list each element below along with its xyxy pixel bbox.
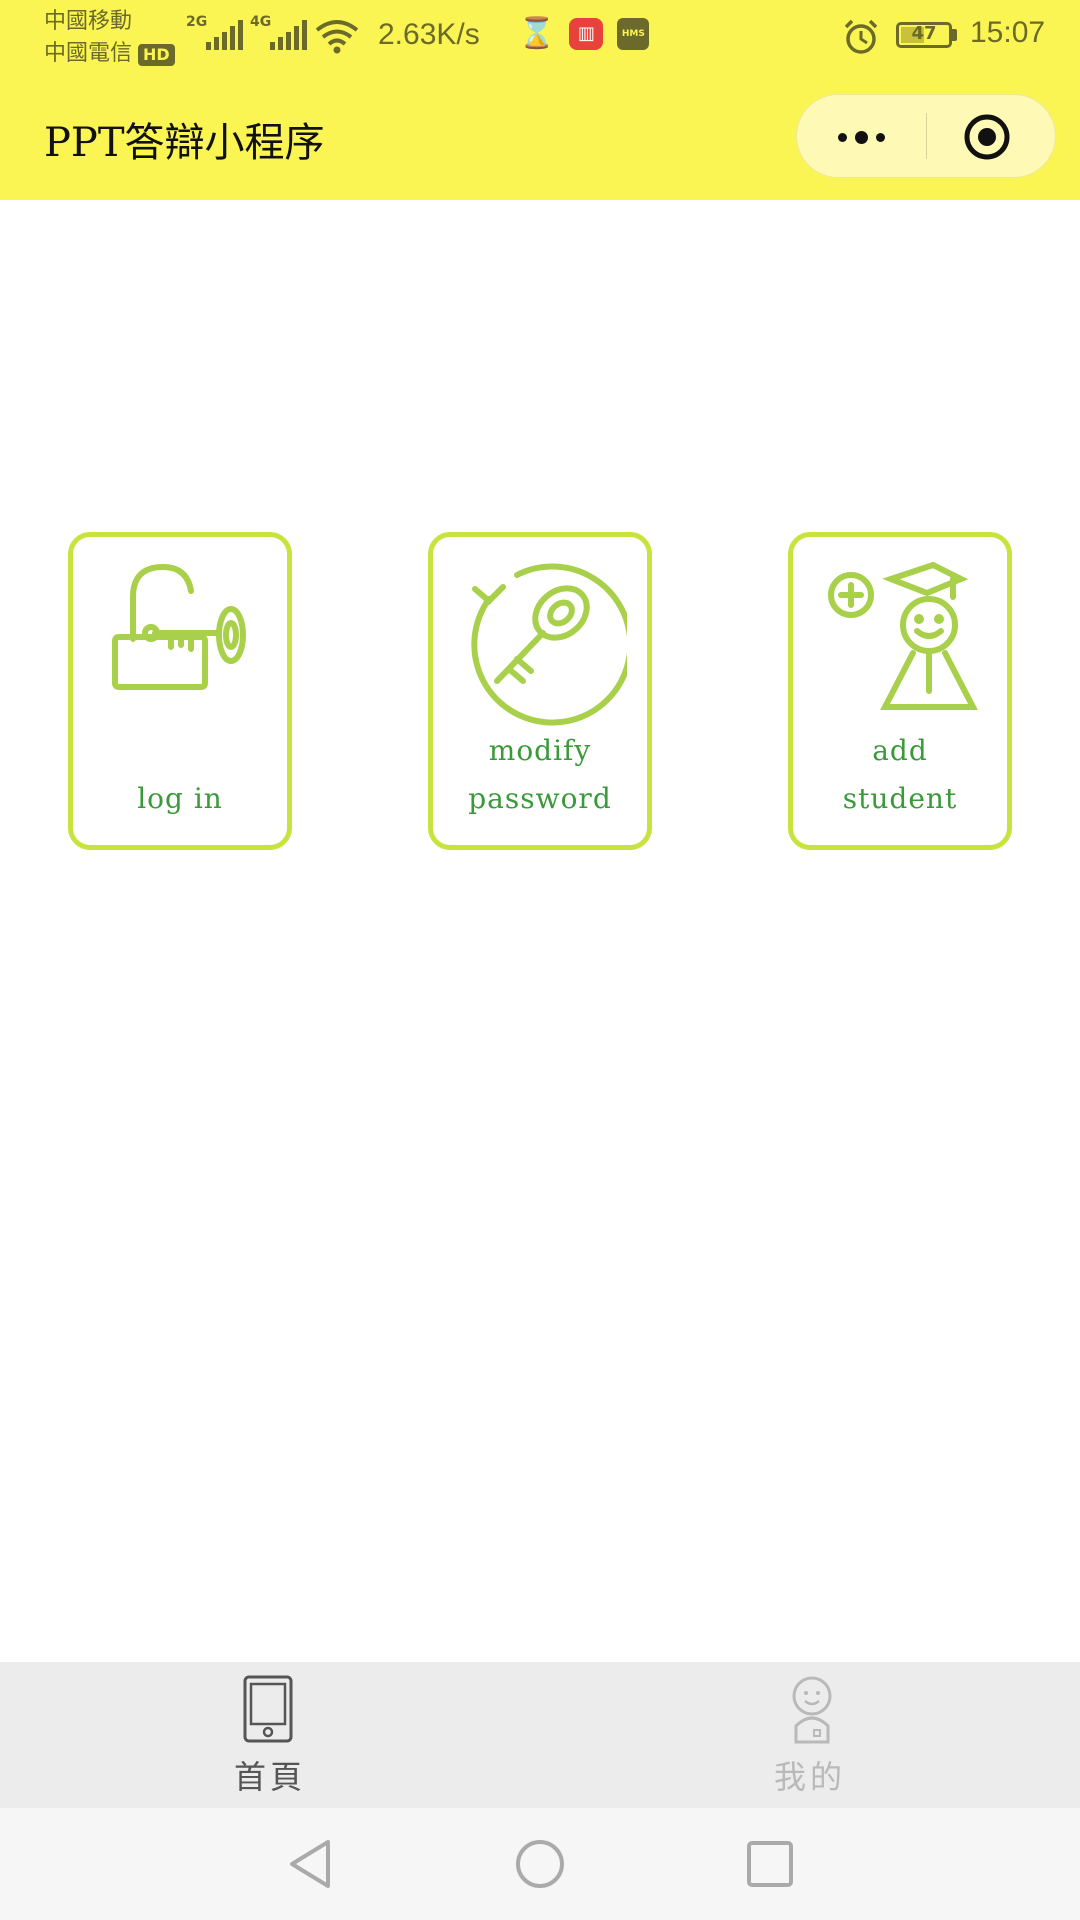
carrier-1: 中國移動 (44, 9, 133, 34)
network-speed: 2.63K/s (378, 18, 480, 51)
hd-badge: HD (138, 44, 175, 66)
card-label-line2: password (468, 782, 612, 815)
phone-icon (243, 1675, 293, 1743)
carrier-2: 中國電信 (44, 41, 133, 66)
page-title: PPT答辯小程序 (44, 120, 325, 166)
clock: 15:07 (970, 16, 1046, 49)
carrier-info: 中國移動 中國電信 HD (44, 6, 175, 70)
hourglass-icon: ⌛ (518, 16, 556, 51)
card-label: log in (137, 782, 223, 815)
network-2g-label: 2G (186, 14, 208, 30)
add-student-icon (828, 561, 978, 710)
header: 中國移動 中國電信 HD 2G 4G 2.63K/s ⌛ ▥ HMS 47 15… (0, 0, 1080, 200)
key-reset-icon (471, 563, 627, 726)
battery-icon: 47 (896, 22, 952, 48)
mini-program-capsule (796, 94, 1056, 178)
system-nav-bar (0, 1808, 1080, 1920)
battery-level: 47 (911, 23, 937, 44)
card-label-line1: modify (488, 734, 592, 767)
modify-password-card[interactable]: modify password (428, 532, 652, 850)
tab-bar: 首頁 我的 (0, 1662, 1080, 1808)
login-card[interactable]: log in (68, 532, 292, 850)
alarm-icon (844, 19, 878, 54)
person-icon (792, 1676, 832, 1744)
tab-home[interactable]: 首頁 (0, 1662, 540, 1808)
hms-icon: HMS (617, 18, 650, 50)
more-button[interactable] (797, 95, 925, 179)
close-target-icon[interactable] (963, 113, 1011, 161)
card-label-line1: add (872, 734, 928, 767)
tab-mine-label: 我的 (773, 1758, 846, 1796)
recents-icon[interactable] (746, 1838, 794, 1890)
back-icon[interactable] (286, 1838, 334, 1890)
unlock-key-icon (112, 563, 246, 690)
book-app-icon: ▥ (569, 18, 604, 50)
tab-mine[interactable]: 我的 (540, 1662, 1080, 1808)
add-student-card[interactable]: add student (788, 532, 1012, 850)
status-bar: 中國移動 中國電信 HD 2G 4G 2.63K/s ⌛ ▥ HMS 47 15… (0, 0, 1080, 78)
wifi-icon (315, 20, 359, 54)
tab-home-label: 首頁 (233, 1758, 306, 1796)
home-icon[interactable] (514, 1838, 566, 1890)
network-4g-label: 4G (250, 14, 272, 30)
card-label-line2: student (842, 782, 958, 815)
battery-tip (952, 29, 957, 41)
